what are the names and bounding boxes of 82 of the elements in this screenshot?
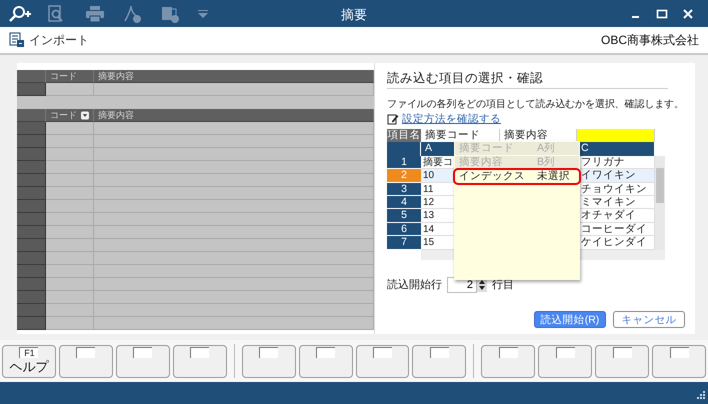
- table-cell: [46, 161, 94, 174]
- row-number[interactable]: 4: [387, 196, 421, 210]
- row-header: [17, 317, 46, 330]
- row-number[interactable]: 6: [387, 222, 421, 236]
- row-header: [17, 278, 46, 291]
- table-cell: [46, 252, 94, 265]
- row-header: [17, 291, 46, 304]
- window-title: 摘要: [341, 7, 367, 22]
- row-number[interactable]: 5: [387, 209, 421, 223]
- description-text: ファイルの各列をどの項目として読み込むかを選択、確認します。: [387, 98, 683, 111]
- close-icon[interactable]: [682, 8, 694, 20]
- function-key-button[interactable]: [595, 344, 650, 378]
- function-key-button[interactable]: [58, 344, 113, 378]
- table-cell: [46, 265, 94, 278]
- unit-label: 行目: [492, 278, 514, 292]
- function-key-button[interactable]: [412, 344, 466, 378]
- column-header: [387, 142, 421, 156]
- function-key-button[interactable]: [538, 344, 592, 378]
- function-key-button[interactable]: F1 ヘルプ: [2, 344, 56, 378]
- column-header-label: コード: [50, 109, 77, 121]
- row-header: [17, 304, 46, 317]
- row-header: [17, 239, 46, 252]
- table-cell: [46, 291, 94, 304]
- function-key-button[interactable]: [356, 344, 410, 378]
- table-cell: [46, 148, 94, 161]
- function-key-button[interactable]: [172, 344, 227, 378]
- start-import-button[interactable]: 読込開始(R): [534, 311, 606, 328]
- resize-grip-icon[interactable]: [695, 391, 705, 401]
- table-cell: ケイヒンダイ: [577, 236, 655, 250]
- field-name-cell[interactable]: 摘要コード: [421, 129, 500, 142]
- column-header-label: コード: [50, 70, 77, 82]
- table-cell: [46, 278, 94, 291]
- section-title: 読み込む項目の選択・確認: [387, 70, 668, 89]
- table-cell: イワイキン: [577, 169, 655, 183]
- table-cell: [46, 317, 94, 330]
- company-name: OBC商事株式会社: [600, 32, 699, 48]
- table-cell: [46, 200, 94, 213]
- function-key-button[interactable]: [242, 344, 296, 378]
- table-cell: [46, 135, 94, 148]
- table-cell: [46, 213, 94, 226]
- dropdown-icon[interactable]: [81, 110, 89, 120]
- row-header: [17, 200, 46, 213]
- row-number[interactable]: 7: [387, 236, 421, 250]
- help-link[interactable]: 設定方法を確認する: [402, 112, 501, 126]
- row-header: [17, 187, 46, 200]
- row-header: [17, 83, 46, 96]
- maximize-icon[interactable]: [656, 8, 668, 20]
- table-cell: [46, 83, 94, 96]
- row-header: [17, 135, 46, 148]
- import-icon: [9, 32, 25, 48]
- row-header: [17, 265, 46, 278]
- column-header-label: 摘要内容: [98, 109, 134, 121]
- row-header: [17, 174, 46, 187]
- row-header: [17, 226, 46, 239]
- row-number[interactable]: 3: [387, 182, 421, 196]
- column-letter: C: [577, 142, 655, 156]
- row-header: [17, 161, 46, 174]
- cancel-button[interactable]: キャンセル: [613, 311, 685, 328]
- table-cell: [46, 174, 94, 187]
- row-header: [17, 148, 46, 161]
- table-cell: [46, 226, 94, 239]
- table-cell: [46, 122, 94, 135]
- row-header: [17, 252, 46, 265]
- row-header: [17, 122, 46, 135]
- table-cell: [46, 187, 94, 200]
- row-header: [17, 213, 46, 226]
- table-cell: [46, 304, 94, 317]
- table-cell: オチャダイ: [577, 209, 655, 223]
- field-label: 読込開始行: [387, 278, 442, 292]
- import-button[interactable]: インポート: [9, 32, 89, 48]
- column-header-label: 摘要内容: [98, 70, 134, 82]
- function-key-button[interactable]: [652, 344, 706, 378]
- field-name-cell[interactable]: [577, 129, 655, 142]
- zoom-in-icon[interactable]: [8, 4, 32, 23]
- function-key-button[interactable]: [298, 344, 353, 378]
- function-key-button[interactable]: [116, 344, 170, 378]
- edit-note-icon: [387, 113, 399, 125]
- row-number[interactable]: 1: [387, 156, 421, 170]
- function-key-button[interactable]: [481, 344, 536, 378]
- column-header: 項目名: [387, 129, 421, 142]
- scrollbar[interactable]: [655, 156, 665, 250]
- table-cell: [46, 239, 94, 252]
